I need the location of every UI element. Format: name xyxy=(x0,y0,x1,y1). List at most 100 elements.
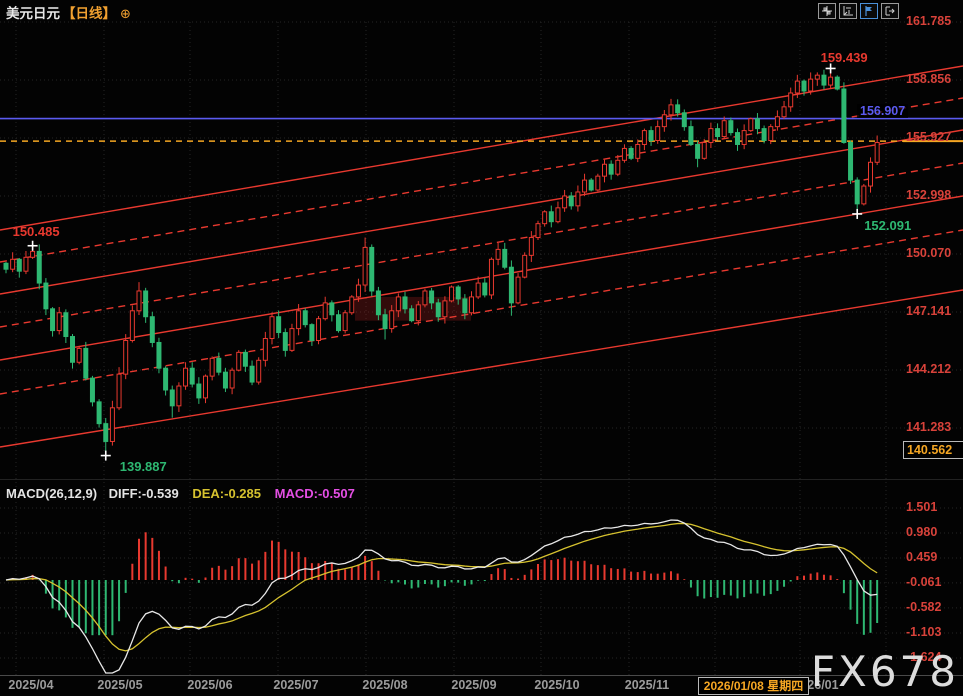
candle[interactable] xyxy=(782,101,786,119)
candle[interactable] xyxy=(622,144,626,162)
add-indicator-icon[interactable]: ⊕ xyxy=(120,6,131,21)
candle[interactable] xyxy=(277,311,281,338)
candle[interactable] xyxy=(90,376,94,407)
candlestick-series[interactable] xyxy=(4,68,879,455)
candle[interactable] xyxy=(57,307,61,334)
macd-indicator-header[interactable]: MACD(26,12,9) DIFF:-0.539 DEA:-0.285 MAC… xyxy=(6,486,355,501)
candle[interactable] xyxy=(177,382,181,412)
candle[interactable] xyxy=(503,243,507,269)
candle[interactable] xyxy=(855,177,859,214)
candle[interactable] xyxy=(616,155,620,176)
candle[interactable] xyxy=(636,139,640,162)
candle[interactable] xyxy=(11,252,15,272)
candle[interactable] xyxy=(556,202,560,224)
candle[interactable] xyxy=(210,356,214,380)
trend-channel-lines[interactable] xyxy=(0,66,963,447)
axis-scale-icon[interactable] xyxy=(839,3,857,19)
candle[interactable] xyxy=(423,289,427,308)
candle[interactable] xyxy=(762,126,766,144)
candle[interactable] xyxy=(263,332,267,367)
candle[interactable] xyxy=(729,118,733,136)
candle[interactable] xyxy=(144,288,148,323)
candle[interactable] xyxy=(702,139,706,160)
candle[interactable] xyxy=(376,287,380,320)
candle[interactable] xyxy=(243,350,247,372)
drawn-level-price-label[interactable]: 156.907 xyxy=(857,104,908,118)
candle[interactable] xyxy=(649,126,653,146)
candle[interactable] xyxy=(689,121,693,146)
candle[interactable] xyxy=(330,300,334,321)
candle[interactable] xyxy=(370,244,374,296)
candle[interactable] xyxy=(489,257,493,299)
candle[interactable] xyxy=(64,309,68,343)
candle[interactable] xyxy=(736,129,740,151)
candle[interactable] xyxy=(869,157,873,192)
candle[interactable] xyxy=(164,366,168,395)
candle[interactable] xyxy=(257,357,261,384)
candle[interactable] xyxy=(44,278,48,315)
candle[interactable] xyxy=(283,328,287,356)
candle[interactable] xyxy=(250,360,254,385)
candle[interactable] xyxy=(549,206,553,228)
candle[interactable] xyxy=(110,401,114,446)
candle[interactable] xyxy=(217,353,221,376)
candle[interactable] xyxy=(822,70,826,90)
candle[interactable] xyxy=(516,273,520,304)
candle[interactable] xyxy=(629,146,633,160)
candle[interactable] xyxy=(842,82,846,143)
candle[interactable] xyxy=(862,184,866,206)
candle[interactable] xyxy=(815,72,819,85)
candle[interactable] xyxy=(662,110,666,132)
candle[interactable] xyxy=(682,109,686,130)
candle[interactable] xyxy=(603,160,607,183)
candle[interactable] xyxy=(596,174,600,192)
candle[interactable] xyxy=(170,386,174,418)
candle[interactable] xyxy=(137,282,141,315)
candle[interactable] xyxy=(17,258,21,278)
candle[interactable] xyxy=(563,190,567,212)
candle[interactable] xyxy=(51,307,55,336)
candle[interactable] xyxy=(849,140,853,184)
candle[interactable] xyxy=(124,334,128,379)
candle[interactable] xyxy=(230,368,234,395)
candle[interactable] xyxy=(583,174,587,196)
candle[interactable] xyxy=(237,350,241,371)
candle[interactable] xyxy=(483,278,487,297)
candle[interactable] xyxy=(875,135,879,165)
candle[interactable] xyxy=(290,324,294,352)
candle[interactable] xyxy=(350,295,354,315)
candle[interactable] xyxy=(642,129,646,150)
pane-separator[interactable] xyxy=(0,479,963,480)
candle[interactable] xyxy=(71,334,75,369)
candle[interactable] xyxy=(722,116,726,138)
candle[interactable] xyxy=(543,210,547,226)
candle[interactable] xyxy=(150,312,154,347)
candle[interactable] xyxy=(709,123,713,148)
candle[interactable] xyxy=(755,113,759,134)
candle[interactable] xyxy=(184,362,188,390)
candle[interactable] xyxy=(656,120,660,143)
candle[interactable] xyxy=(84,342,88,381)
candle[interactable] xyxy=(789,88,793,112)
candle[interactable] xyxy=(197,377,201,404)
candle[interactable] xyxy=(696,141,700,168)
candle[interactable] xyxy=(749,117,753,131)
candle[interactable] xyxy=(496,243,500,265)
candle[interactable] xyxy=(536,221,540,240)
candle[interactable] xyxy=(77,346,81,364)
candle[interactable] xyxy=(476,277,480,299)
candle[interactable] xyxy=(223,368,227,392)
candle[interactable] xyxy=(190,362,194,387)
candle[interactable] xyxy=(609,160,613,179)
candle[interactable] xyxy=(470,291,474,315)
crosshair-move-icon[interactable] xyxy=(818,3,836,19)
candle[interactable] xyxy=(204,375,208,404)
candle[interactable] xyxy=(323,297,327,321)
goto-latest-icon[interactable] xyxy=(881,3,899,19)
candle[interactable] xyxy=(775,110,779,130)
candle[interactable] xyxy=(270,312,274,344)
candle[interactable] xyxy=(303,308,307,327)
candle[interactable] xyxy=(337,310,341,333)
candle[interactable] xyxy=(450,285,454,302)
candle[interactable] xyxy=(310,323,314,346)
